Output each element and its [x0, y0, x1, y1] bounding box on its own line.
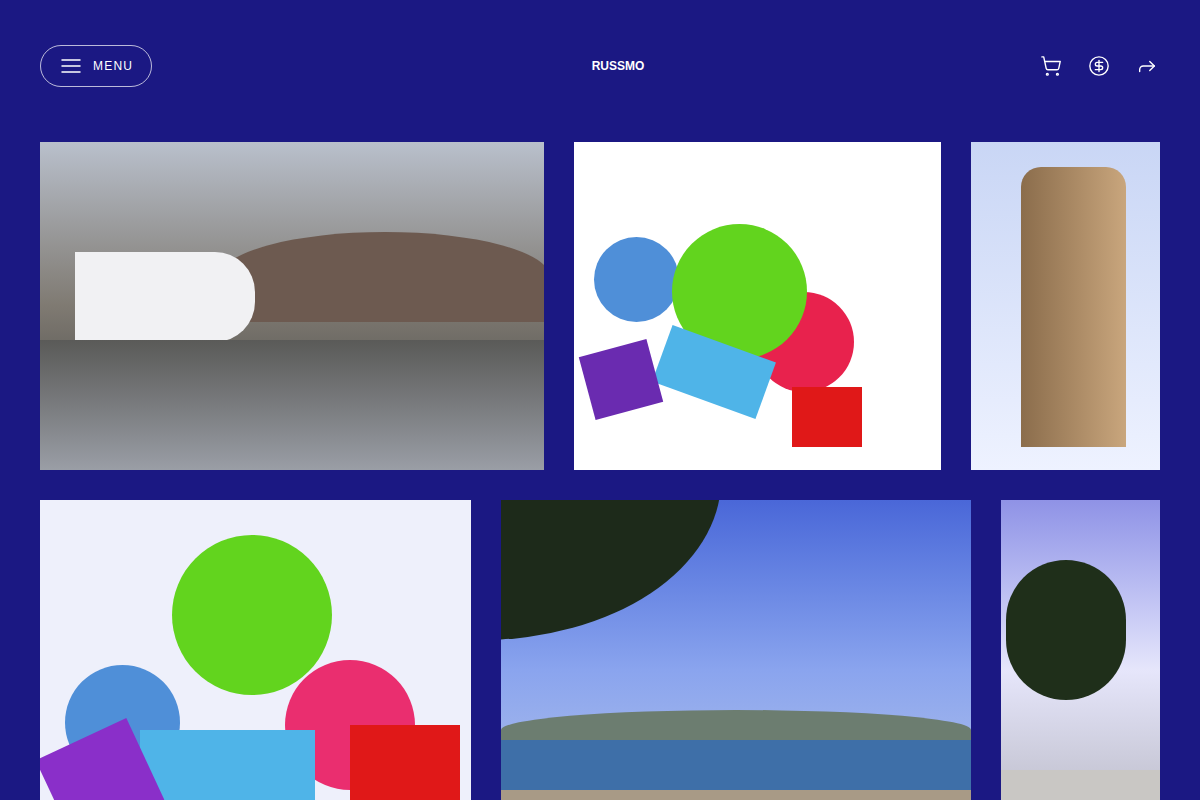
ground-shape	[1001, 770, 1160, 800]
header-actions	[1040, 55, 1160, 77]
gallery-row	[40, 500, 1160, 800]
ship-shape	[75, 252, 255, 342]
gallery	[0, 142, 1200, 800]
brand[interactable]: RUSSMO	[592, 57, 645, 75]
currency-icon	[1088, 55, 1110, 77]
palm-shape	[501, 500, 721, 640]
brick-shape	[140, 730, 315, 800]
photo-fairy-house[interactable]	[971, 142, 1160, 470]
page: MENU RUSSMO	[0, 0, 1200, 800]
gallery-row	[40, 142, 1160, 470]
photo-palm-tree[interactable]	[1001, 500, 1160, 800]
walkway-shape	[501, 790, 971, 800]
mountain-shape	[220, 232, 544, 322]
cart-icon	[1040, 55, 1062, 77]
palm-shape	[1006, 560, 1126, 700]
photo-promenade[interactable]	[501, 500, 971, 800]
brick-shape	[792, 387, 862, 447]
brick-shape	[350, 725, 460, 800]
water-shape	[40, 340, 544, 470]
menu-label: MENU	[93, 57, 133, 75]
cart-button[interactable]	[1040, 55, 1062, 77]
wood-shape	[1021, 167, 1126, 447]
ball-shape	[172, 535, 332, 695]
header: MENU RUSSMO	[0, 0, 1200, 102]
share-icon	[1136, 55, 1158, 77]
photo-cruise-ship[interactable]	[40, 142, 544, 470]
currency-button[interactable]	[1088, 55, 1110, 77]
photo-toy-bricks[interactable]	[40, 500, 471, 800]
hamburger-icon	[61, 59, 81, 73]
ball-shape	[594, 237, 679, 322]
share-button[interactable]	[1136, 55, 1158, 77]
photo-toy-balls[interactable]	[574, 142, 941, 470]
menu-button[interactable]: MENU	[40, 45, 152, 87]
brick-shape	[579, 339, 663, 420]
